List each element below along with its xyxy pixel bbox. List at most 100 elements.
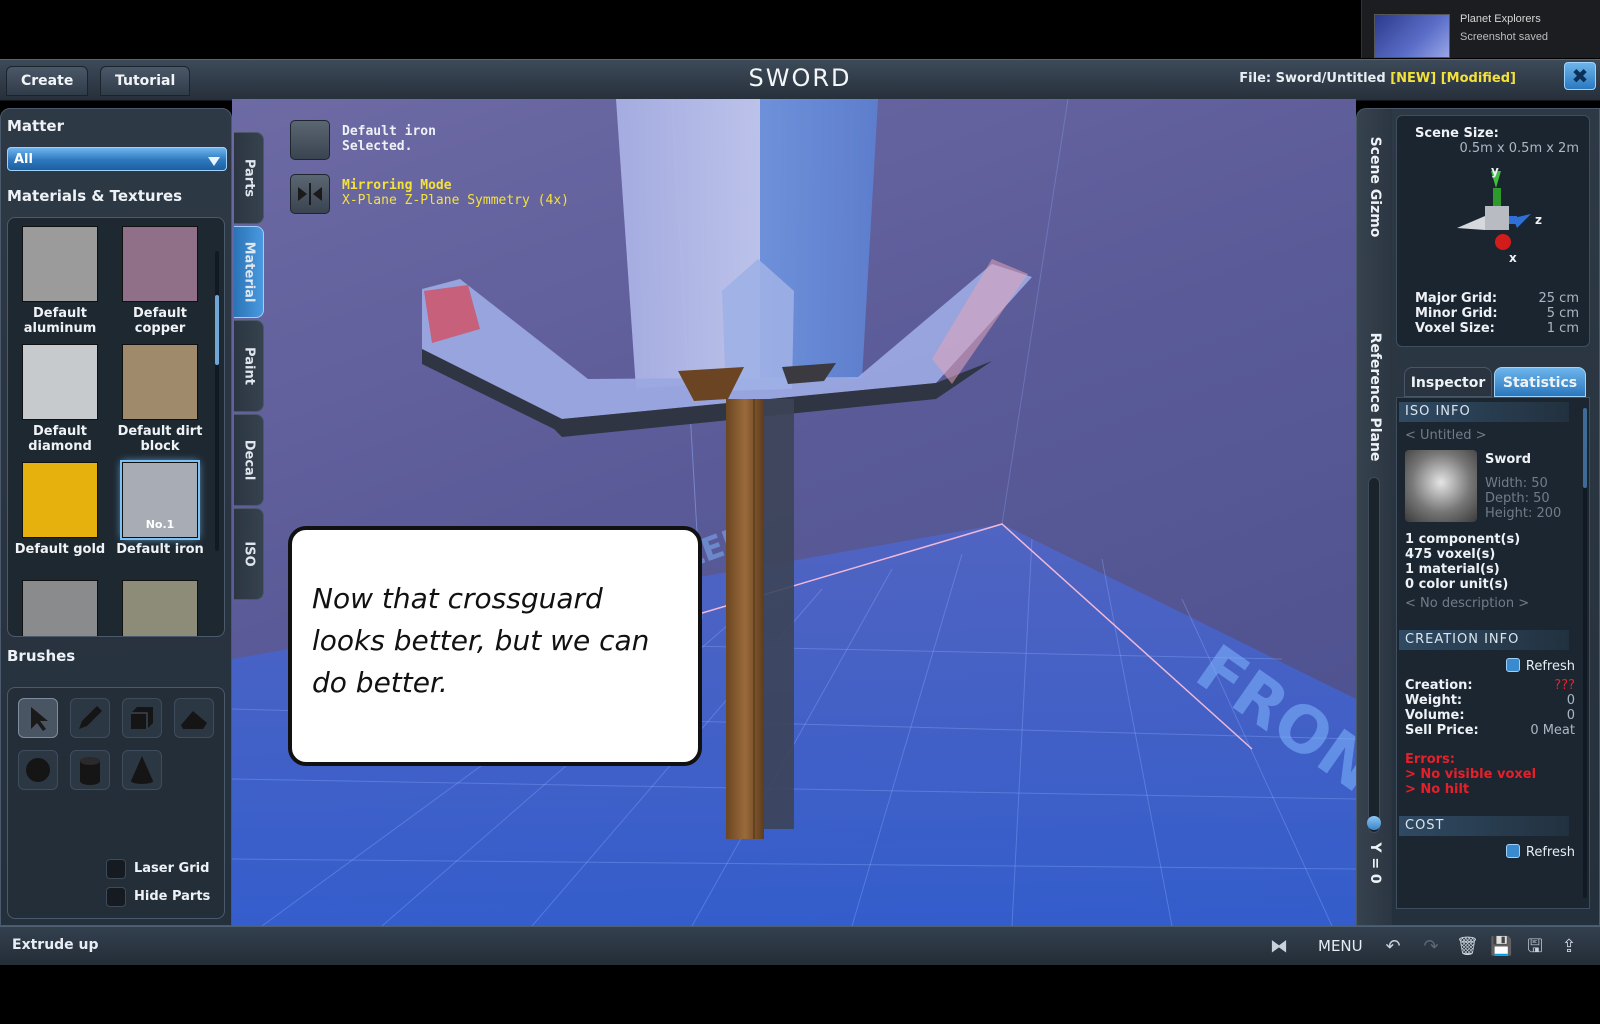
laser-grid-label: Laser Grid	[134, 861, 210, 876]
undo-icon[interactable]: ↶	[1382, 936, 1404, 958]
material-gold[interactable]: Default gold	[14, 462, 106, 557]
tutorial-speech-bubble: Now that crossguard looks better, but we…	[288, 526, 702, 766]
voxel-size-label: Voxel Size:	[1415, 321, 1495, 336]
volume-value: 0	[1566, 708, 1575, 723]
cylinder-brush-button[interactable]	[70, 750, 110, 790]
select-brush-button[interactable]	[18, 698, 58, 738]
matter-dropdown[interactable]: All	[7, 147, 227, 171]
notification-message: Screenshot saved	[1460, 31, 1549, 43]
material-copper[interactable]: Default copper	[114, 226, 206, 336]
3d-viewport[interactable]: FRONT LEFT	[232, 99, 1356, 926]
hide-parts-checkbox[interactable]	[106, 887, 126, 907]
material-item[interactable]	[14, 580, 106, 636]
export-icon[interactable]: ⇪	[1558, 936, 1580, 958]
material-swatch	[22, 344, 98, 420]
top-bar: Create Tutorial SWORD File: Sword/Untitl…	[0, 59, 1600, 101]
cone-brush-button[interactable]	[122, 750, 162, 790]
save-icon[interactable]: 💾	[1490, 936, 1512, 958]
creation-info-header: CREATION INFO	[1399, 630, 1569, 650]
matter-title: Matter	[7, 117, 64, 135]
scene-size-value: 0.5m x 0.5m x 2m	[1459, 141, 1579, 156]
tab-scene-gizmo[interactable]: Scene Gizmo	[1367, 137, 1383, 238]
reference-plane-slider[interactable]	[1367, 477, 1381, 833]
cost-refresh-button[interactable]: Refresh	[1505, 844, 1575, 860]
weight-label: Weight:	[1405, 693, 1463, 708]
statistics-scrollbar[interactable]	[1583, 408, 1587, 898]
cone-icon	[131, 756, 153, 784]
material-label: Default dirt block	[117, 424, 203, 454]
menu-button[interactable]: MENU	[1318, 937, 1363, 955]
iso-info-header: ISO INFO	[1399, 402, 1569, 422]
creation-refresh-button[interactable]: Refresh	[1505, 658, 1575, 674]
reference-plane-value: Y = 0	[1366, 842, 1383, 884]
selected-material-name: Default iron	[342, 124, 436, 139]
tab-decal[interactable]: Decal	[234, 414, 264, 506]
tab-parts[interactable]: Parts	[234, 132, 264, 224]
tab-paint[interactable]: Paint	[234, 320, 264, 412]
iso-depth: Depth: 50	[1485, 491, 1550, 506]
notification-app: Planet Explorers	[1460, 13, 1541, 25]
close-button[interactable]: ✖	[1564, 62, 1596, 90]
refresh-label: Refresh	[1525, 659, 1575, 674]
cursor-arrow-icon	[31, 707, 48, 731]
voxel-count: 475 voxel(s)	[1405, 547, 1496, 562]
scroll-thumb[interactable]	[215, 295, 219, 365]
new-tag: [NEW]	[1390, 71, 1437, 86]
tab-material[interactable]: Material	[234, 226, 264, 318]
mirror-icon[interactable]	[290, 174, 330, 214]
material-iron[interactable]: No.1 Default iron	[114, 462, 206, 557]
material-label: Default copper	[133, 306, 187, 336]
redo-icon[interactable]: ↷	[1420, 936, 1442, 958]
scroll-thumb[interactable]	[1583, 408, 1587, 488]
cube-icon	[131, 707, 153, 729]
screenshot-notification: Planet Explorers Screenshot saved	[1361, 0, 1600, 58]
material-aluminum[interactable]: Default aluminum	[14, 226, 106, 336]
screenshot-thumbnail	[1374, 14, 1450, 58]
status-bar: Extrude up ⧓ MENU ↶ ↷ 🗑 💾 🖫 ⇪	[0, 926, 1600, 965]
axis-y-label: y	[1491, 166, 1499, 178]
tab-label: Paint	[241, 347, 256, 385]
scene-canvas: FRONT LEFT	[232, 99, 1356, 926]
minor-grid-label: Minor Grid:	[1415, 306, 1498, 321]
right-panel: Scene Size: 0.5m x 0.5m x 2m y z x Major…	[1392, 108, 1600, 926]
tab-statistics[interactable]: Statistics	[1494, 367, 1586, 397]
voxel-size-value: 1 cm	[1546, 321, 1579, 336]
matter-selected-value: All	[14, 152, 33, 167]
scene-size-label: Scene Size:	[1415, 126, 1499, 141]
sphere-brush-button[interactable]	[18, 750, 58, 790]
material-label: Default gold	[14, 542, 106, 557]
tab-reference-plane[interactable]: Reference Plane	[1367, 333, 1383, 462]
tab-iso[interactable]: ISO	[234, 508, 264, 600]
trash-icon[interactable]: 🗑	[1456, 936, 1479, 958]
slope-brush-button[interactable]	[174, 698, 214, 738]
material-diamond[interactable]: Default diamond	[14, 344, 106, 454]
iso-width: Width: 50	[1485, 476, 1548, 491]
iso-name: Sword	[1485, 452, 1532, 467]
material-item[interactable]	[114, 580, 206, 636]
pencil-brush-button[interactable]	[70, 698, 110, 738]
file-info: File: Sword/Untitled [NEW] [Modified]	[1239, 71, 1516, 86]
slider-knob[interactable]	[1367, 816, 1381, 830]
box-brush-button[interactable]	[122, 698, 162, 738]
brushes-title: Brushes	[7, 647, 76, 665]
creation-value: ???	[1554, 678, 1575, 693]
error-item: > No hilt	[1405, 782, 1470, 797]
iso-height: Height: 200	[1485, 506, 1562, 521]
mirror-icon[interactable]: ⧓	[1268, 936, 1290, 958]
mirror-symmetry-icon	[298, 183, 322, 205]
materials-scrollbar[interactable]	[215, 251, 219, 551]
tab-inspector[interactable]: Inspector	[1404, 367, 1492, 397]
tab-label: ISO	[241, 541, 256, 567]
laser-grid-checkbox[interactable]	[106, 859, 126, 879]
save-as-icon[interactable]: 🖫	[1524, 936, 1546, 958]
creation-label: Creation:	[1405, 678, 1473, 693]
material-swatch	[122, 344, 198, 420]
scene-gizmo-tab-strip: Scene Gizmo Reference Plane Y = 0	[1356, 108, 1392, 926]
material-label: Default diamond	[28, 424, 92, 454]
error-item: > No visible voxel	[1405, 767, 1537, 782]
material-swatch	[22, 580, 98, 636]
axis-gizmo-icon[interactable]: y z x	[1451, 166, 1551, 266]
axis-z-label: z	[1535, 213, 1542, 227]
material-dirt-block[interactable]: Default dirt block	[114, 344, 206, 454]
sell-price-value: 0 Meat	[1530, 723, 1575, 738]
